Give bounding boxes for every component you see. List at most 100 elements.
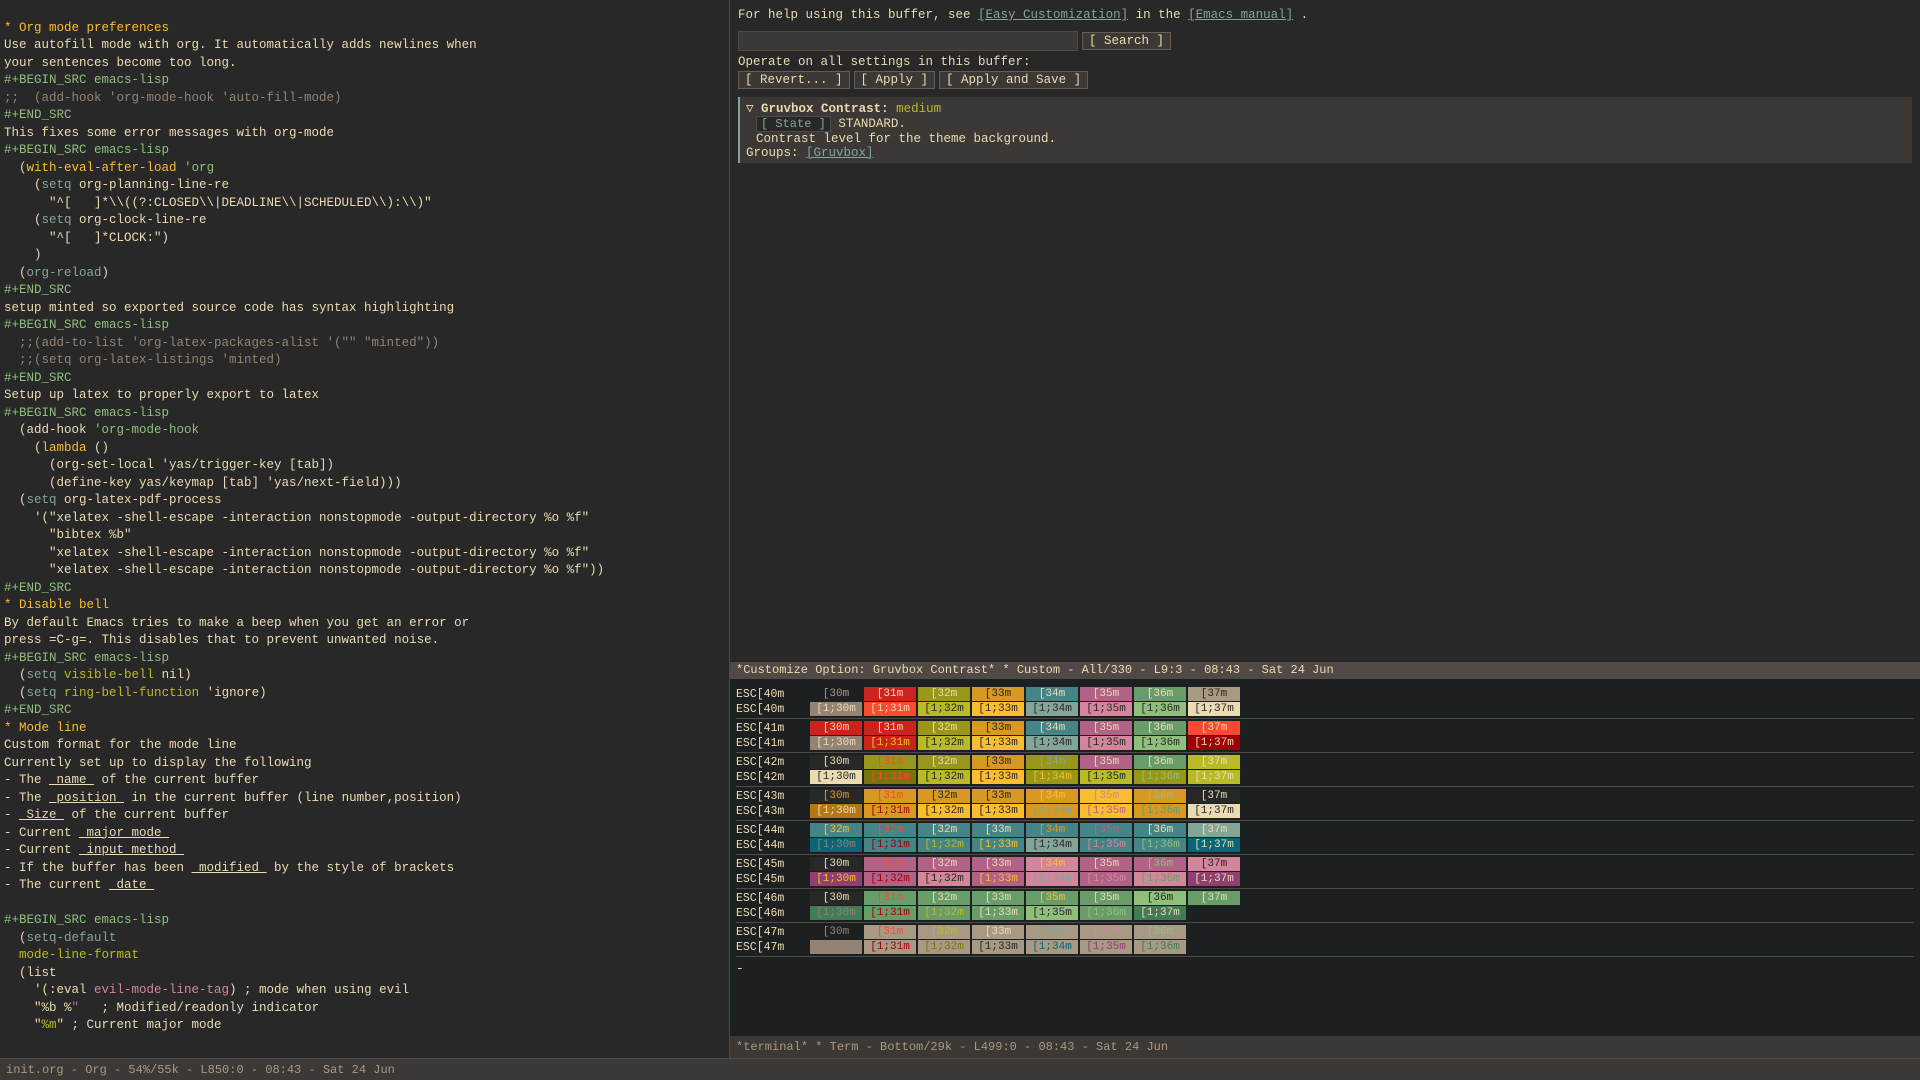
cell-47-1-32: [1;32m [918, 940, 970, 954]
color-row-44-1: ESC[44m [32m [32m [32m [33m [34m [35m [3… [736, 823, 1914, 837]
main-area: * Org mode preferences Use autofill mode… [0, 0, 1920, 1058]
cell-46-1-35: [1;35m [1026, 906, 1078, 920]
cell-45-1-37: [1;37m [1188, 872, 1240, 886]
cell-44-33: [33m [972, 823, 1024, 837]
cell-46-1-36: [1;36m [1080, 906, 1132, 920]
cell-45-1-35: [1;35m [1080, 872, 1132, 886]
emacs-manual-link[interactable]: [Emacs manual] [1188, 8, 1293, 22]
cell-44-1-33: [1;33m [972, 838, 1024, 852]
esc-42-label-b: ESC[42m [736, 771, 808, 784]
cell-40-35: [35m [1080, 687, 1132, 701]
cell-42-1-36: [1;36m [1134, 770, 1186, 784]
cell-44-1-35: [1;35m [1080, 838, 1132, 852]
color-row-42-2: ESC[42m [1;30m [1;31m [1;32m [1;33m [1;3… [736, 770, 1914, 784]
cell-41-32: [32m [918, 721, 970, 735]
esc-43-label: ESC[43m [736, 790, 808, 803]
color-row-41-2: ESC[41m [1;30m [1;31m [1;32m [1;33m [1;3… [736, 736, 1914, 750]
search-button[interactable]: [ Search ] [1082, 32, 1171, 50]
for-help-text: For help using this buffer, see [738, 8, 978, 22]
cell-43-33: [33m [972, 789, 1024, 803]
esc-43-label-b: ESC[43m [736, 805, 808, 818]
cell-41-30: [30m [810, 721, 862, 735]
cell-43-1-30: [1;30m [810, 804, 862, 818]
cell-40-1-30: [1;30m [810, 702, 862, 716]
cell-45-35: [35m [1080, 857, 1132, 871]
cell-43-1-33: [1;33m [972, 804, 1024, 818]
color-row-46-2: ESC[46m [1;30m [1;31m [1;32m [1;33m [1;3… [736, 906, 1914, 920]
cell-40-33: [33m [972, 687, 1024, 701]
color-row-47-2: ESC[47m [1;30m [1;31m [1;32m [1;33m [1;3… [736, 940, 1914, 954]
cell-43-1-36: [1;36m [1134, 804, 1186, 818]
cell-44-1-30: [1;30m [810, 838, 862, 852]
cell-43-1-32: [1;32m [918, 804, 970, 818]
cell-43-30: [30m [810, 789, 862, 803]
esc-46-label: ESC[46m [736, 892, 808, 905]
cell-44-35: [35m [1080, 823, 1132, 837]
customize-buffer: For help using this buffer, see [Easy Cu… [730, 0, 1920, 662]
cell-43-31: [31m [864, 789, 916, 803]
cell-44-1-36: [1;36m [1134, 838, 1186, 852]
esc-41-label-b: ESC[41m [736, 737, 808, 750]
cell-42-31: [31m [864, 755, 916, 769]
cell-41-31: [31m [864, 721, 916, 735]
cell-47-1-36: [1;36m [1134, 940, 1186, 954]
cell-41-33: [33m [972, 721, 1024, 735]
cell-46-35: [35m [1080, 891, 1132, 905]
cell-42-1-30: [1;30m [810, 770, 862, 784]
right-pane: For help using this buffer, see [Easy Cu… [730, 0, 1920, 1058]
cell-43-36: [36m [1134, 789, 1186, 803]
cell-44-30: [32m [810, 823, 862, 837]
cell-41-36: [36m [1134, 721, 1186, 735]
cell-43-35: [35m [1080, 789, 1132, 803]
color-row-43-1: ESC[43m [30m [31m [32m [33m [34m [35m [3… [736, 789, 1914, 803]
color-row-44-2: ESC[44m [1;30m [1;31m [1;32m [1;33m [1;3… [736, 838, 1914, 852]
state-button[interactable]: [ State ] [756, 116, 831, 132]
apply-button[interactable]: [ Apply ] [854, 71, 936, 89]
cell-46-1-33: [1;33m [972, 906, 1024, 920]
cell-45-1-33: [1;33m [972, 872, 1024, 886]
cell-47-1-31: [1;31m [864, 940, 916, 954]
gruvbox-title-row: ▽ Gruvbox Contrast: medium [746, 100, 1906, 116]
cell-44-37: [37m [1188, 823, 1240, 837]
color-row-40-2: ESC[40m [1;30m [1;31m [1;32m [1;33m [1;3… [736, 702, 1914, 716]
esc-42-label: ESC[42m [736, 756, 808, 769]
cell-43-1-37: [1;37m [1188, 804, 1240, 818]
cell-42-30: [30m [810, 755, 862, 769]
gruvbox-label: Gruvbox Contrast: [761, 102, 896, 116]
esc-45-label-b: ESC[45m [736, 873, 808, 886]
in-text: in the [1136, 8, 1189, 22]
cell-40-34: [34m [1026, 687, 1078, 701]
cell-40-1-37: [1;37m [1188, 702, 1240, 716]
color-row-45-2: ESC[45m [1;30m [1;32m [1;32m [1;33m [1;3… [736, 872, 1914, 886]
groups-link[interactable]: [Gruvbox] [806, 146, 874, 160]
terminal-cursor: - [736, 961, 1914, 976]
color-row-47-1: ESC[47m [30m [31m [32m [33m [34m [35m [3… [736, 925, 1914, 939]
cell-46-1-32: [1;32m [918, 906, 970, 920]
search-input[interactable] [738, 31, 1078, 51]
cell-44-36: [36m [1134, 823, 1186, 837]
groups-line: Groups: [Gruvbox] [746, 146, 1906, 160]
cell-46-36: [36m [1134, 891, 1186, 905]
cell-47-30: [30m [810, 925, 862, 939]
cell-45-33: [33m [972, 857, 1024, 871]
cell-45-30: [30m [810, 857, 862, 871]
cell-42-1-31: [1;31m [864, 770, 916, 784]
esc-46-label-b: ESC[46m [736, 907, 808, 920]
cell-47-34: [34m [1026, 925, 1078, 939]
code-content: * Org mode preferences Use autofill mode… [4, 2, 725, 1052]
apply-save-button[interactable]: [ Apply and Save ] [939, 71, 1088, 89]
cell-41-35: [35m [1080, 721, 1132, 735]
cell-40-31: [31m [864, 687, 916, 701]
cell-43-32: [32m [918, 789, 970, 803]
cell-40-1-34: [1;34m [1026, 702, 1078, 716]
cell-47-31: [31m [864, 925, 916, 939]
cell-46-33: [33m [972, 891, 1024, 905]
cell-45-37: [37m [1188, 857, 1240, 871]
terminal-status-bar: *terminal* * Term - Bottom/29k - L499:0 … [730, 1036, 1920, 1058]
gruvbox-value: medium [896, 102, 941, 116]
revert-button[interactable]: [ Revert... ] [738, 71, 850, 89]
easy-customization-link[interactable]: [Easy Customization] [978, 8, 1128, 22]
cell-42-35: [35m [1080, 755, 1132, 769]
cell-46-1-30: [1;30m [810, 906, 862, 920]
color-row-43-2: ESC[43m [1;30m [1;31m [1;32m [1;33m [1;3… [736, 804, 1914, 818]
